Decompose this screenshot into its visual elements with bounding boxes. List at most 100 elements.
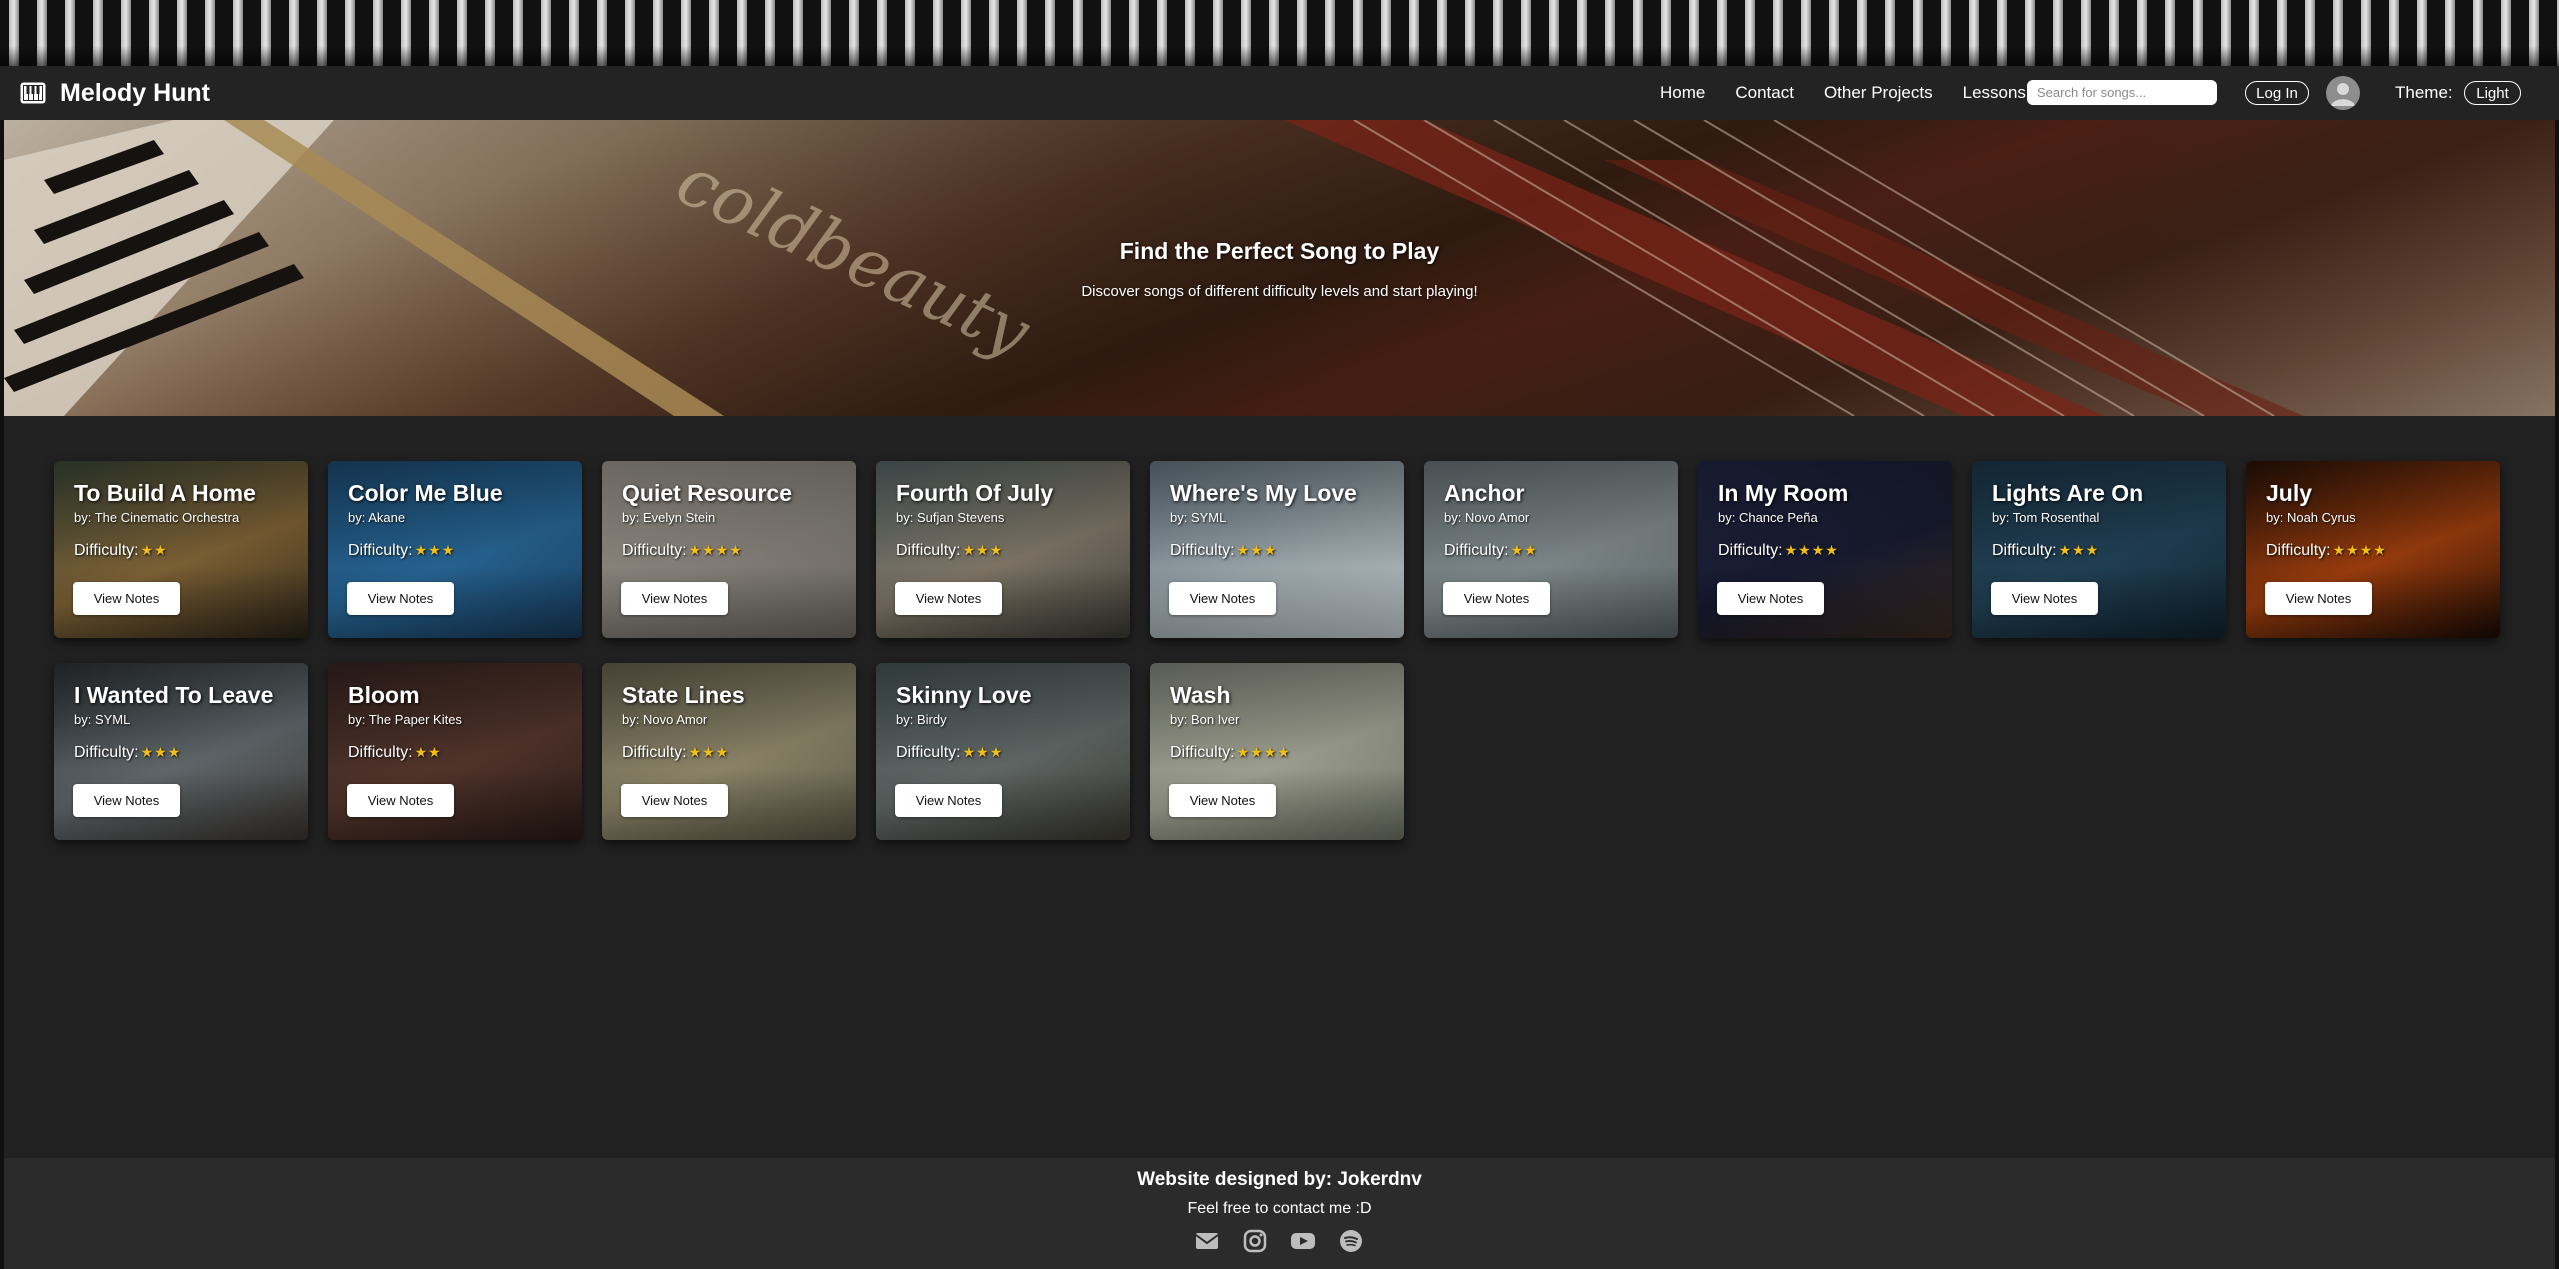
spotify-icon[interactable]	[1338, 1229, 1364, 1253]
youtube-icon[interactable]	[1290, 1229, 1316, 1253]
song-title: Fourth Of July	[896, 480, 1054, 506]
difficulty-label: Difficulty:	[348, 542, 413, 559]
piano-interior-image: coldbeauty	[4, 120, 2304, 416]
song-card[interactable]: Color Me Blue by: Akane Difficulty: ★★★ View…	[328, 461, 582, 638]
social-links	[1194, 1228, 1386, 1254]
login-button[interactable]: Log In	[2245, 81, 2309, 105]
song-card[interactable]: I Wanted To Leave by: SYML Difficulty: ★★★ V…	[54, 663, 308, 840]
song-difficulty: Difficulty: ★★★★	[622, 542, 743, 560]
song-card[interactable]: Wash by: Bon Iver Difficulty: ★★★★ View Note…	[1150, 663, 1404, 840]
view-notes-button[interactable]: View Notes	[1443, 582, 1550, 615]
nav-contact[interactable]: Contact	[1735, 83, 1794, 103]
song-title: Where's My Love	[1170, 480, 1357, 506]
view-notes-button[interactable]: View Notes	[347, 582, 454, 615]
view-notes-button[interactable]: View Notes	[2265, 582, 2372, 615]
nav-lessons[interactable]: Lessons	[1963, 83, 2026, 103]
song-card[interactable]: Skinny Love by: Birdy Difficulty: ★★★ View N…	[876, 663, 1130, 840]
song-card[interactable]: Fourth Of July by: Sufjan Stevens Difficul…	[876, 461, 1130, 638]
hero-subtitle: Discover songs of different difficulty l…	[1081, 283, 1478, 300]
song-title: State Lines	[622, 682, 745, 708]
song-title: July	[2266, 480, 2313, 506]
view-notes-button[interactable]: View Notes	[347, 784, 454, 817]
view-notes-button[interactable]: View Notes	[621, 784, 728, 817]
page-border-left	[0, 120, 4, 1269]
difficulty-label: Difficulty:	[1992, 542, 2057, 559]
song-artist: by: The Cinematic Orchestra	[74, 510, 240, 525]
difficulty-label: Difficulty:	[1170, 744, 1235, 761]
song-card[interactable]: Bloom by: The Paper Kites Difficulty: ★★ Vie…	[328, 663, 582, 840]
nav-links: Home Contact Other Projects Lessons	[1660, 66, 2056, 120]
song-artist: by: SYML	[74, 712, 131, 727]
difficulty-label: Difficulty:	[896, 542, 961, 559]
view-notes-button[interactable]: View Notes	[895, 784, 1002, 817]
difficulty-label: Difficulty:	[1718, 542, 1783, 559]
song-difficulty: Difficulty: ★★★★	[2266, 542, 2387, 560]
view-notes-button[interactable]: View Notes	[1991, 582, 2098, 615]
brand[interactable]: Melody Hunt	[20, 66, 210, 120]
difficulty-stars: ★★★	[140, 744, 182, 760]
theme-label: Theme:	[2395, 83, 2453, 102]
song-card[interactable]: Anchor by: Novo Amor Difficulty: ★★ View Not…	[1424, 461, 1678, 638]
song-difficulty: Difficulty: ★★★	[74, 744, 181, 762]
song-title: In My Room	[1718, 480, 1849, 506]
footer-title: Website designed by: Jokerdnv	[1137, 1169, 1422, 1190]
song-difficulty: Difficulty: ★★★	[896, 542, 1003, 560]
song-card[interactable]: Where's My Love by: SYML Difficulty: ★★★ Vie…	[1150, 461, 1404, 638]
hero-title: Find the Perfect Song to Play	[1119, 238, 1440, 264]
theme-toggle-button[interactable]: Light	[2464, 81, 2521, 105]
difficulty-stars: ★★★	[1236, 542, 1278, 558]
song-title: Wash	[1170, 682, 1231, 708]
brand-name: Melody Hunt	[60, 78, 210, 107]
nav-other-projects[interactable]: Other Projects	[1824, 83, 1933, 103]
song-artist: by: Evelyn Stein	[622, 510, 716, 525]
song-artist: by: Sufjan Stevens	[896, 510, 1005, 525]
song-difficulty: Difficulty: ★★	[1444, 542, 1538, 560]
song-difficulty: Difficulty: ★★★★	[1170, 744, 1291, 762]
song-difficulty: Difficulty: ★★	[348, 744, 442, 762]
instagram-icon[interactable]	[1242, 1229, 1268, 1253]
view-notes-button[interactable]: View Notes	[73, 582, 180, 615]
song-title: Color Me Blue	[348, 480, 503, 506]
song-artist: by: Chance Peña	[1718, 510, 1818, 525]
nav-home[interactable]: Home	[1660, 83, 1705, 103]
song-difficulty: Difficulty: ★★★	[348, 542, 455, 560]
song-card[interactable]: July by: Noah Cyrus Difficulty: ★★★★ View No…	[2246, 461, 2500, 638]
difficulty-label: Difficulty:	[622, 744, 687, 761]
view-notes-button[interactable]: View Notes	[1169, 784, 1276, 817]
song-card[interactable]: Lights Are On by: Tom Rosenthal Difficulty…	[1972, 461, 2226, 638]
difficulty-stars: ★★★	[688, 744, 730, 760]
song-title: To Build A Home	[74, 480, 256, 506]
song-difficulty: Difficulty: ★★★	[896, 744, 1003, 762]
song-artist: by: Akane	[348, 510, 406, 525]
difficulty-label: Difficulty:	[2266, 542, 2331, 559]
song-artist: by: Novo Amor	[1444, 510, 1530, 525]
view-notes-button[interactable]: View Notes	[1169, 582, 1276, 615]
view-notes-button[interactable]: View Notes	[621, 582, 728, 615]
difficulty-label: Difficulty:	[1444, 542, 1509, 559]
song-title: Anchor	[1444, 480, 1525, 506]
view-notes-button[interactable]: View Notes	[1717, 582, 1824, 615]
page-border-right	[2555, 120, 2559, 1269]
song-artist: by: Noah Cyrus	[2266, 510, 2356, 525]
view-notes-button[interactable]: View Notes	[73, 784, 180, 817]
piano-keys-banner	[0, 0, 2559, 66]
song-card[interactable]: To Build A Home by: The Cinematic Orchest…	[54, 461, 308, 638]
song-title: Skinny Love	[896, 682, 1032, 708]
song-difficulty: Difficulty: ★★	[74, 542, 168, 560]
song-card[interactable]: In My Room by: Chance Peña Difficulty: ★★★★…	[1698, 461, 1952, 638]
song-artist: by: SYML	[1170, 510, 1227, 525]
view-notes-button[interactable]: View Notes	[895, 582, 1002, 615]
song-difficulty: Difficulty: ★★★	[622, 744, 729, 762]
avatar[interactable]	[2326, 76, 2360, 110]
search-input[interactable]	[2027, 80, 2217, 105]
difficulty-stars: ★★★	[414, 542, 456, 558]
difficulty-stars: ★★★★	[1236, 744, 1291, 760]
email-icon[interactable]	[1194, 1229, 1220, 1253]
song-card[interactable]: State Lines by: Novo Amor Difficulty: ★★★ Vi…	[602, 663, 856, 840]
footer-subtitle: Feel free to contact me :D	[1187, 1200, 1372, 1217]
difficulty-stars: ★★	[140, 542, 168, 558]
song-title: I Wanted To Leave	[74, 682, 274, 708]
song-title: Lights Are On	[1992, 480, 2144, 506]
difficulty-stars: ★★	[1510, 542, 1538, 558]
song-card[interactable]: Quiet Resource by: Evelyn Stein Difficulty…	[602, 461, 856, 638]
